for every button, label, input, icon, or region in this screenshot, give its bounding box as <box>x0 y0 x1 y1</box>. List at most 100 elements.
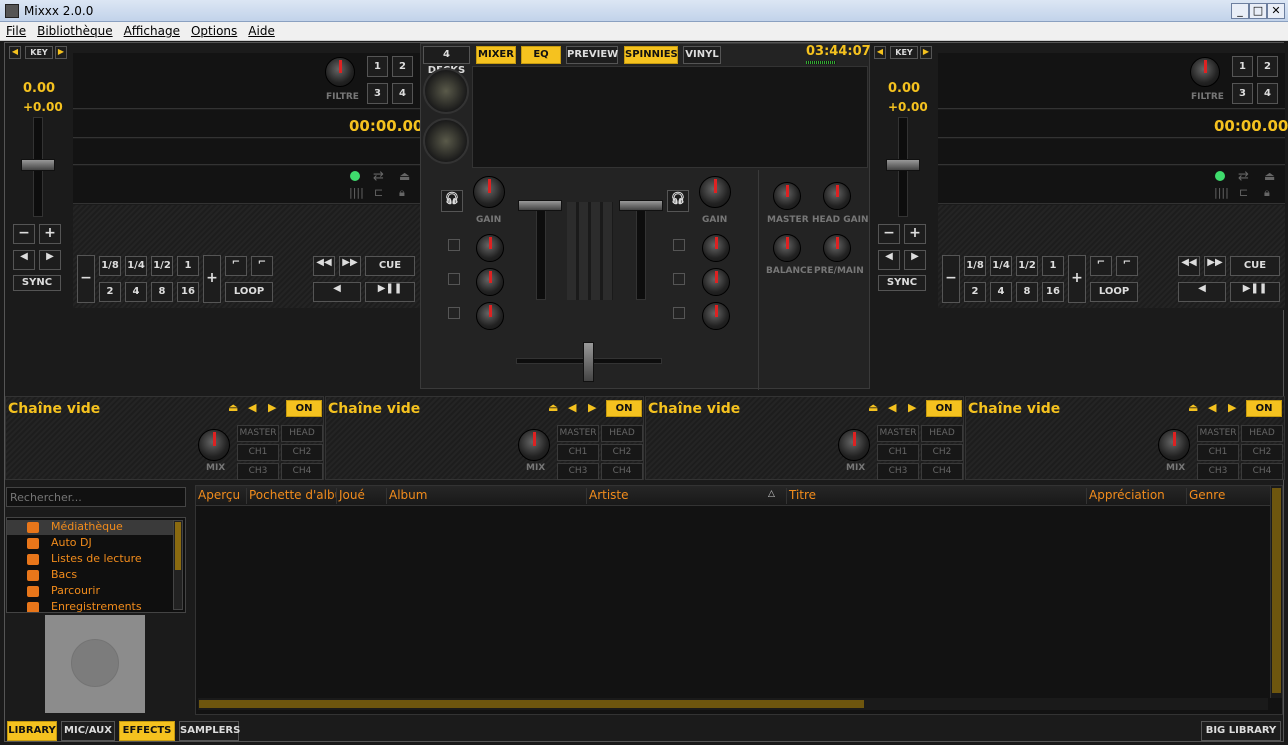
fx-route-master[interactable]: MASTER <box>557 425 599 442</box>
minimize-button[interactable]: _ <box>1231 3 1249 19</box>
fx-eject-icon[interactable]: ⏏ <box>228 401 238 414</box>
loop-16-button[interactable]: 16 <box>1042 282 1064 302</box>
quantize-icon[interactable]: ⊏ <box>1239 186 1248 199</box>
big-library-button[interactable]: BIG LIBRARY <box>1201 721 1281 741</box>
lock-icon[interactable]: 🔒︎ <box>1264 186 1270 200</box>
loop-button[interactable]: LOOP <box>225 282 273 302</box>
gain-right-knob[interactable] <box>699 176 731 208</box>
fx-route-master[interactable]: MASTER <box>877 425 919 442</box>
eq-low-left-knob[interactable] <box>476 302 504 330</box>
key-up-button[interactable]: ▶ <box>920 46 932 59</box>
headphone-right-icon[interactable]: 🎧︎ <box>667 190 689 212</box>
eq-low-right-knob[interactable] <box>702 302 730 330</box>
fx-mix-knob[interactable] <box>838 429 870 461</box>
preview-toggle-button[interactable]: PREVIEW <box>566 46 618 64</box>
eject-icon[interactable]: ⏏ <box>399 169 410 183</box>
fx-route-ch2[interactable]: CH2 <box>601 444 643 461</box>
hotcue-3-button[interactable]: 3 <box>367 83 388 104</box>
fx-next-icon[interactable]: ▶ <box>588 401 596 414</box>
keylock-indicator-icon[interactable] <box>350 171 360 181</box>
sync-button[interactable]: SYNC <box>878 275 926 291</box>
cue-button[interactable]: CUE <box>1230 256 1280 276</box>
key-down-button[interactable]: ◀ <box>874 46 886 59</box>
tree-item-auto-dj[interactable]: Auto DJ <box>27 536 92 552</box>
menu-bibliotheque[interactable]: Bibliothèque <box>31 22 118 38</box>
sync-button[interactable]: SYNC <box>13 275 61 291</box>
fx-route-ch4[interactable]: CH4 <box>601 463 643 480</box>
quantize-icon[interactable]: ⊏ <box>374 186 383 199</box>
fx-route-head[interactable]: HEAD <box>601 425 643 442</box>
table-vscrollbar-thumb[interactable] <box>1272 488 1281 693</box>
loop-1-4-button[interactable]: 1/4 <box>990 256 1012 276</box>
fx-eject-icon[interactable]: ⏏ <box>548 401 558 414</box>
spinny-deck-1[interactable] <box>423 68 469 114</box>
master-knob[interactable] <box>773 182 801 210</box>
fx-route-ch2[interactable]: CH2 <box>1241 444 1283 461</box>
eq-high-right-knob[interactable] <box>702 234 730 262</box>
fx-next-icon[interactable]: ▶ <box>268 401 276 414</box>
table-hscrollbar[interactable] <box>198 698 1268 710</box>
headphone-left-icon[interactable]: 🎧︎ <box>441 190 463 212</box>
fastforward-button[interactable]: ▶▶ <box>1204 256 1226 276</box>
loop-1-4-button[interactable]: 1/4 <box>125 256 147 276</box>
crossfader-cap[interactable] <box>583 342 594 382</box>
pre-main-knob[interactable] <box>823 234 851 262</box>
eq-toggle-button[interactable]: EQ <box>521 46 561 64</box>
hotcue-1-button[interactable]: 1 <box>367 56 388 77</box>
4-decks-button[interactable]: 4 DECKS <box>423 46 470 76</box>
fx-route-ch1[interactable]: CH1 <box>1197 444 1239 461</box>
tree-scrollbar-thumb[interactable] <box>175 522 181 570</box>
loop-1-2-button[interactable]: 1/2 <box>151 256 173 276</box>
column-appreciation[interactable]: Appréciation <box>1086 488 1186 504</box>
key-down-button[interactable]: ◀ <box>9 46 21 59</box>
table-hscrollbar-thumb[interactable] <box>199 700 864 708</box>
beatgrid-icon[interactable]: |||| <box>1214 186 1229 199</box>
fx-on-button[interactable]: ON <box>606 400 642 417</box>
volume-fader-right[interactable] <box>636 208 646 300</box>
fx-prev-icon[interactable]: ◀ <box>1208 401 1216 414</box>
column-album[interactable]: Album <box>386 488 586 504</box>
fx-route-master[interactable]: MASTER <box>1197 425 1239 442</box>
eject-icon[interactable]: ⏏ <box>1264 169 1275 183</box>
column-joue[interactable]: Joué <box>336 488 386 504</box>
fx-eject-icon[interactable]: ⏏ <box>1188 401 1198 414</box>
eq-mid-right-knob[interactable] <box>702 268 730 296</box>
fx-route-ch3[interactable]: CH3 <box>1197 463 1239 480</box>
fastforward-button[interactable]: ▶▶ <box>339 256 361 276</box>
fx-mix-knob[interactable] <box>518 429 550 461</box>
keylock-indicator-icon[interactable] <box>1215 171 1225 181</box>
loop-button[interactable]: LOOP <box>1090 282 1138 302</box>
filtre-knob[interactable] <box>1190 57 1220 87</box>
loop-double-button[interactable]: + <box>203 255 221 303</box>
fx-route-ch3[interactable]: CH3 <box>557 463 599 480</box>
effects-tab-button[interactable]: EFFECTS <box>119 721 175 741</box>
loop-8-button[interactable]: 8 <box>151 282 173 302</box>
nudge-right-button[interactable]: ▶ <box>904 250 926 270</box>
volume-fader-right-cap[interactable] <box>619 200 663 211</box>
rate-plus-button[interactable]: + <box>904 224 926 244</box>
loop-2-button[interactable]: 2 <box>99 282 121 302</box>
fx-route-head[interactable]: HEAD <box>921 425 963 442</box>
kill-low-left-checkbox[interactable] <box>448 307 460 319</box>
fx-mix-knob[interactable] <box>1158 429 1190 461</box>
loop-in-button[interactable]: ⌐ <box>1090 256 1112 276</box>
cue-button[interactable]: CUE <box>365 256 415 276</box>
tree-item-playlists[interactable]: Listes de lecture <box>27 552 142 568</box>
column-pochette[interactable]: Pochette d'album <box>246 488 336 504</box>
filtre-knob[interactable] <box>325 57 355 87</box>
fx-on-button[interactable]: ON <box>926 400 962 417</box>
loop-in-button[interactable]: ⌐ <box>225 256 247 276</box>
key-button[interactable]: KEY <box>25 46 53 59</box>
menu-options[interactable]: Options <box>185 22 242 38</box>
tree-item-bacs[interactable]: Bacs <box>27 568 77 584</box>
play-pause-button[interactable]: ▶❚❚ <box>365 282 415 302</box>
nudge-left-button[interactable]: ◀ <box>878 250 900 270</box>
fx-route-ch2[interactable]: CH2 <box>921 444 963 461</box>
fx-prev-icon[interactable]: ◀ <box>248 401 256 414</box>
rate-plus-button[interactable]: + <box>39 224 61 244</box>
samplers-tab-button[interactable]: SAMPLERS <box>179 721 240 741</box>
fx-prev-icon[interactable]: ◀ <box>568 401 576 414</box>
loop-16-button[interactable]: 16 <box>177 282 199 302</box>
fx-eject-icon[interactable]: ⏏ <box>868 401 878 414</box>
fx-route-ch4[interactable]: CH4 <box>921 463 963 480</box>
